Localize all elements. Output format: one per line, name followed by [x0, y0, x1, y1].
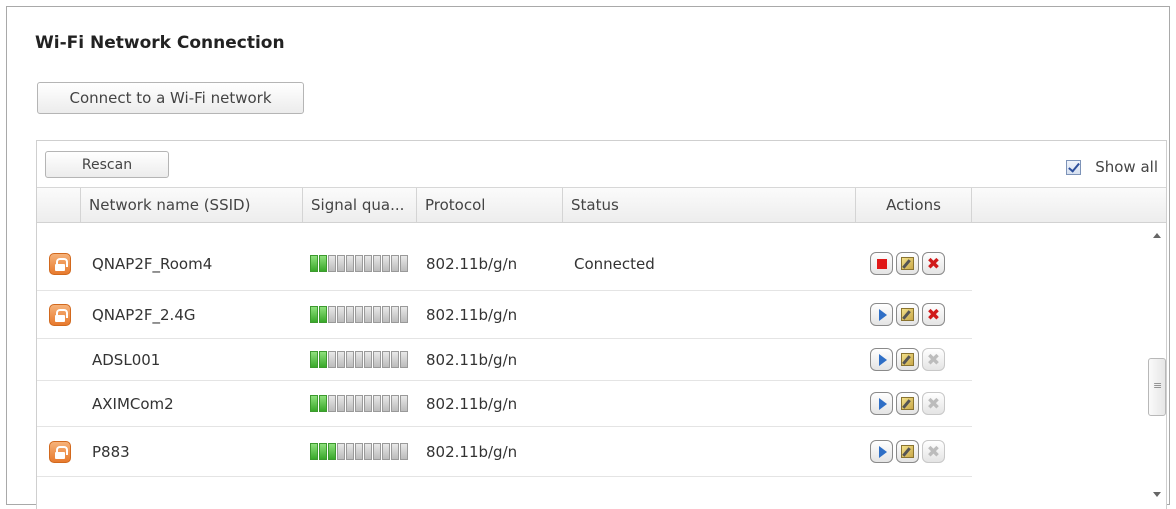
signal-cell: [310, 291, 408, 338]
lock-icon: [49, 440, 71, 463]
ssid-cell: QNAP2F_2.4G: [92, 305, 196, 324]
play-icon: [878, 445, 887, 458]
header-actions: Actions: [856, 188, 972, 222]
header-signal[interactable]: Signal qua...: [303, 188, 417, 222]
header-icon-col: [37, 188, 81, 222]
ssid-cell: AXIMCom2: [92, 394, 174, 413]
connect-button[interactable]: [870, 392, 893, 415]
lock-icon: [49, 252, 71, 275]
scroll-up-icon[interactable]: [1153, 233, 1161, 238]
edit-button[interactable]: [896, 252, 919, 275]
pencil-icon: [901, 445, 914, 458]
grid-header: Network name (SSID) Signal qua... Protoc…: [37, 187, 972, 223]
protocol-cell: 802.11b/g/n: [426, 305, 518, 324]
play-icon: [878, 308, 887, 321]
signal-strength-meter: [310, 443, 408, 460]
actions-cell: ✖: [870, 291, 948, 338]
pencil-icon: [901, 257, 914, 270]
close-icon: ✖: [926, 349, 941, 369]
ssid-cell: P883: [92, 442, 130, 461]
ssid-cell: ADSL001: [92, 350, 161, 369]
actions-cell: ✖: [870, 237, 948, 290]
signal-strength-meter: [310, 351, 408, 368]
signal-cell: [310, 427, 408, 476]
play-icon: [878, 353, 887, 366]
table-row[interactable]: QNAP2F_2.4G 802.11b/g/n ✖: [37, 291, 972, 339]
stop-icon: [876, 258, 887, 269]
delete-button[interactable]: ✖: [922, 303, 945, 326]
page-title: Wi-Fi Network Connection: [35, 33, 285, 53]
actions-cell: ✖: [870, 381, 948, 426]
lock-icon: [49, 303, 71, 326]
table-row[interactable]: AXIMCom2 802.11b/g/n ✖: [37, 381, 972, 427]
security-cell: [49, 291, 71, 338]
delete-button: ✖: [922, 440, 945, 463]
grid-rows: QNAP2F_Room4 802.11b/g/n Connected ✖ QNAP2F_…: [37, 223, 972, 509]
edit-button[interactable]: [896, 392, 919, 415]
connect-button[interactable]: [870, 348, 893, 371]
delete-button[interactable]: ✖: [922, 252, 945, 275]
pencil-icon: [901, 308, 914, 321]
network-grid: Rescan Show all Network name (SSID) Sign…: [36, 140, 1167, 509]
pencil-icon: [901, 397, 914, 410]
show-all-toggle[interactable]: Show all: [1066, 158, 1158, 176]
show-all-label: Show all: [1095, 158, 1158, 176]
wifi-connection-panel: Wi-Fi Network Connection Connect to a Wi…: [6, 6, 1170, 509]
delete-button: ✖: [922, 392, 945, 415]
table-row[interactable]: QNAP2F_Room4 802.11b/g/n Connected ✖: [37, 237, 972, 291]
signal-cell: [310, 339, 408, 380]
edit-button[interactable]: [896, 440, 919, 463]
signal-cell: [310, 381, 408, 426]
close-icon: ✖: [926, 393, 941, 413]
connect-button[interactable]: [870, 303, 893, 326]
grid-scrollbar[interactable]: [1147, 223, 1166, 509]
signal-cell: [310, 237, 408, 290]
actions-cell: ✖: [870, 339, 948, 380]
delete-button: ✖: [922, 348, 945, 371]
header-protocol[interactable]: Protocol: [417, 188, 563, 222]
close-icon: ✖: [926, 441, 941, 461]
show-all-checkbox[interactable]: [1066, 159, 1082, 175]
signal-strength-meter: [310, 255, 408, 272]
pencil-icon: [901, 353, 914, 366]
security-cell: [49, 237, 71, 290]
table-row[interactable]: P883 802.11b/g/n ✖: [37, 427, 972, 477]
actions-cell: ✖: [870, 427, 948, 476]
rescan-button[interactable]: Rescan: [45, 151, 169, 178]
status-cell: Connected: [574, 254, 655, 273]
play-icon: [878, 397, 887, 410]
scroll-down-icon[interactable]: [1153, 492, 1161, 497]
signal-strength-meter: [310, 306, 408, 323]
protocol-cell: 802.11b/g/n: [426, 394, 518, 413]
protocol-cell: 802.11b/g/n: [426, 254, 518, 273]
protocol-cell: 802.11b/g/n: [426, 442, 518, 461]
table-row[interactable]: ADSL001 802.11b/g/n ✖: [37, 339, 972, 381]
header-status[interactable]: Status: [563, 188, 856, 222]
signal-strength-meter: [310, 395, 408, 412]
connect-button[interactable]: [870, 440, 893, 463]
protocol-cell: 802.11b/g/n: [426, 350, 518, 369]
edit-button[interactable]: [896, 303, 919, 326]
edit-button[interactable]: [896, 348, 919, 371]
connect-wifi-button[interactable]: Connect to a Wi-Fi network: [37, 82, 304, 114]
header-ssid[interactable]: Network name (SSID): [81, 188, 303, 222]
close-icon: ✖: [926, 253, 941, 273]
disconnect-button[interactable]: [870, 252, 893, 275]
ssid-cell: QNAP2F_Room4: [92, 254, 213, 273]
close-icon: ✖: [926, 304, 941, 324]
header-filler: [972, 187, 1166, 223]
security-cell: [49, 427, 71, 476]
scroll-thumb[interactable]: [1148, 358, 1166, 416]
